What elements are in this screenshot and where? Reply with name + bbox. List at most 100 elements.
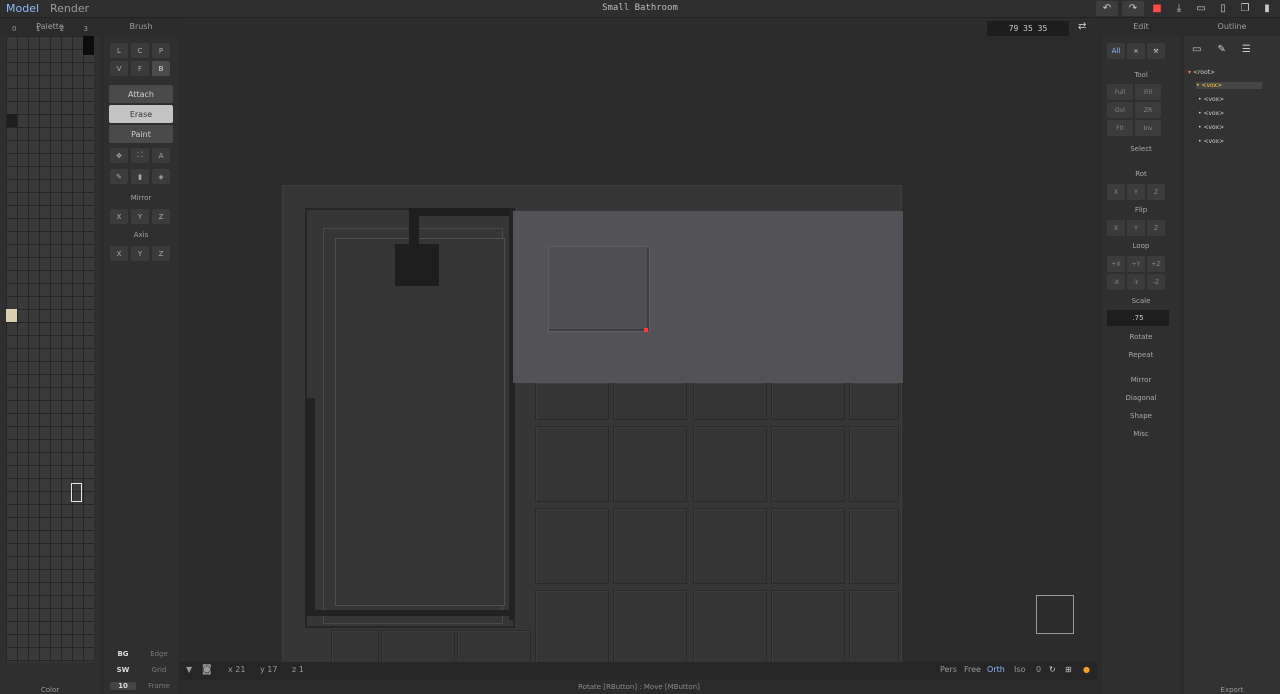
brush-mode-f[interactable]: F bbox=[131, 61, 149, 76]
palette-tab[interactable]: 3 bbox=[84, 25, 88, 33]
attach-button[interactable]: Attach bbox=[109, 85, 173, 103]
undo-icon[interactable]: ↶ bbox=[1096, 1, 1118, 16]
diagonal-label[interactable]: Diagonal bbox=[1102, 394, 1180, 402]
brush-mode-v[interactable]: V bbox=[110, 61, 128, 76]
select-box-icon[interactable]: ⛶ bbox=[131, 148, 149, 163]
repeat-label[interactable]: Repeat bbox=[1102, 351, 1180, 359]
rot-y-button[interactable]: Y bbox=[1127, 184, 1145, 200]
redo-icon[interactable]: ↷ bbox=[1122, 1, 1144, 16]
view-free[interactable]: Free bbox=[964, 665, 981, 674]
selected-voxel-block[interactable] bbox=[548, 246, 650, 332]
brush-mode-c[interactable]: C bbox=[131, 43, 149, 58]
grid-toggle[interactable]: Grid bbox=[144, 666, 174, 674]
trash-icon[interactable]: ▮ bbox=[131, 169, 149, 184]
orientation-cube[interactable] bbox=[1036, 595, 1074, 634]
flip-x-button[interactable]: X bbox=[1107, 220, 1125, 236]
tool-inv-button[interactable]: Inv bbox=[1135, 120, 1161, 136]
wrench-icon[interactable]: ⚒ bbox=[1147, 43, 1165, 59]
fill-bucket-icon[interactable]: ◈ bbox=[152, 169, 170, 184]
brush-mode-b[interactable]: B bbox=[152, 61, 170, 76]
misc-label[interactable]: Misc bbox=[1102, 430, 1180, 438]
list-icon[interactable]: ☰ bbox=[1242, 44, 1251, 55]
rot-x-button[interactable]: X bbox=[1107, 184, 1125, 200]
brush-mode-l[interactable]: L bbox=[110, 43, 128, 58]
outline-item[interactable]: • <vox> bbox=[1198, 124, 1224, 131]
edit-tab-all[interactable]: All bbox=[1107, 43, 1125, 59]
frame-toggle[interactable]: Frame bbox=[144, 682, 174, 690]
frame-size-field[interactable]: 10 bbox=[110, 682, 136, 690]
reset-view-icon[interactable]: ↻ bbox=[1049, 665, 1056, 674]
voxel-scene[interactable] bbox=[282, 185, 903, 662]
expand-icon[interactable]: ✕ bbox=[1127, 43, 1145, 59]
edit-mirror-label[interactable]: Mirror bbox=[1102, 376, 1180, 384]
axis-y-button[interactable]: Y bbox=[131, 246, 149, 261]
loop-plus-y-button[interactable]: +Y bbox=[1127, 256, 1145, 272]
brush-mode-p[interactable]: P bbox=[152, 43, 170, 58]
flip-y-button[interactable]: Y bbox=[1127, 220, 1145, 236]
palette-tab[interactable]: 1 bbox=[36, 25, 40, 33]
view-orth[interactable]: Orth bbox=[987, 665, 1005, 674]
flip-z-button[interactable]: Z bbox=[1147, 220, 1165, 236]
loop-plus-x-button[interactable]: +X bbox=[1107, 256, 1125, 272]
mirror-z-button[interactable]: Z bbox=[152, 209, 170, 224]
outline-item[interactable]: • <vox> bbox=[1198, 110, 1224, 117]
light-icon[interactable]: ● bbox=[1083, 665, 1090, 674]
rot-z-button[interactable]: Z bbox=[1147, 184, 1165, 200]
save-icon[interactable]: ■ bbox=[1148, 1, 1166, 16]
new-object-icon[interactable]: ▭ bbox=[1192, 44, 1201, 55]
open-folder-icon[interactable]: ▭ bbox=[1192, 1, 1210, 16]
mirror-x-button[interactable]: X bbox=[110, 209, 128, 224]
sw-toggle[interactable]: SW bbox=[110, 666, 136, 674]
delete-icon[interactable]: ▮ bbox=[1258, 1, 1276, 16]
text-icon[interactable]: A bbox=[152, 148, 170, 163]
rotate-label[interactable]: Rotate bbox=[1102, 333, 1180, 341]
move-icon[interactable]: ✥ bbox=[110, 148, 128, 163]
edge-toggle[interactable]: Edge bbox=[144, 650, 174, 658]
export-button[interactable]: Export bbox=[1184, 686, 1280, 694]
3d-viewport[interactable]: 79 35 35 ⇄ bbox=[180, 18, 1098, 662]
loop-minus-y-button[interactable]: -Y bbox=[1127, 274, 1145, 290]
palette-color-beige[interactable] bbox=[6, 309, 17, 322]
copy-icon[interactable]: ❐ bbox=[1236, 1, 1254, 16]
scale-input[interactable]: .75 bbox=[1107, 310, 1169, 326]
outline-root[interactable]: ▾ <root> bbox=[1188, 69, 1215, 76]
tool-fill-button[interactable]: Fill bbox=[1135, 84, 1161, 100]
palette-selected-cell[interactable] bbox=[71, 483, 82, 502]
outline-item[interactable]: • <vox> bbox=[1196, 82, 1262, 89]
erase-button[interactable]: Erase bbox=[109, 105, 173, 123]
view-pers[interactable]: Pers bbox=[940, 665, 957, 674]
select-label[interactable]: Select bbox=[1102, 145, 1180, 153]
tool-ovl-button[interactable]: Ovl bbox=[1107, 102, 1133, 118]
pencil-icon[interactable]: ✎ bbox=[1217, 44, 1225, 55]
axis-z-button[interactable]: Z bbox=[152, 246, 170, 261]
camera-icon[interactable]: ◙ bbox=[202, 664, 212, 675]
mirror-y-button[interactable]: Y bbox=[131, 209, 149, 224]
bg-toggle[interactable]: BG bbox=[110, 650, 136, 658]
picker-icon[interactable]: ✎ bbox=[110, 169, 128, 184]
palette-color-dark[interactable] bbox=[6, 114, 17, 127]
tool-zr-button[interactable]: ZR bbox=[1135, 102, 1161, 118]
loop-plus-z-button[interactable]: +Z bbox=[1147, 256, 1165, 272]
dropdown-arrow-icon[interactable]: ▼ bbox=[186, 665, 192, 674]
view-zero[interactable]: 0 bbox=[1036, 665, 1041, 674]
axis-x-button[interactable]: X bbox=[110, 246, 128, 261]
loop-minus-x-button[interactable]: -X bbox=[1107, 274, 1125, 290]
selection-highlight[interactable] bbox=[513, 211, 903, 383]
palette-tab[interactable]: 2 bbox=[60, 25, 64, 33]
loop-minus-z-button[interactable]: -Z bbox=[1147, 274, 1165, 290]
tool-full-button[interactable]: Full bbox=[1107, 84, 1133, 100]
outline-item[interactable]: • <vox> bbox=[1198, 96, 1224, 103]
palette-grid[interactable] bbox=[6, 36, 94, 662]
tool-flt-button[interactable]: Flt bbox=[1107, 120, 1133, 136]
new-file-icon[interactable]: ▯ bbox=[1214, 1, 1232, 16]
shape-label[interactable]: Shape bbox=[1102, 412, 1180, 420]
grid-view-icon[interactable]: ⊞ bbox=[1065, 665, 1072, 674]
dimension-readout[interactable]: 79 35 35 bbox=[987, 21, 1069, 36]
swap-icon[interactable]: ⇄ bbox=[1078, 21, 1086, 32]
view-iso[interactable]: Iso bbox=[1014, 665, 1025, 674]
paint-button[interactable]: Paint bbox=[109, 125, 173, 143]
outline-item[interactable]: • <vox> bbox=[1198, 138, 1224, 145]
import-icon[interactable]: ⤓ bbox=[1170, 1, 1188, 16]
palette-tab[interactable]: 0 bbox=[12, 25, 16, 33]
palette-color-black[interactable] bbox=[83, 36, 94, 55]
